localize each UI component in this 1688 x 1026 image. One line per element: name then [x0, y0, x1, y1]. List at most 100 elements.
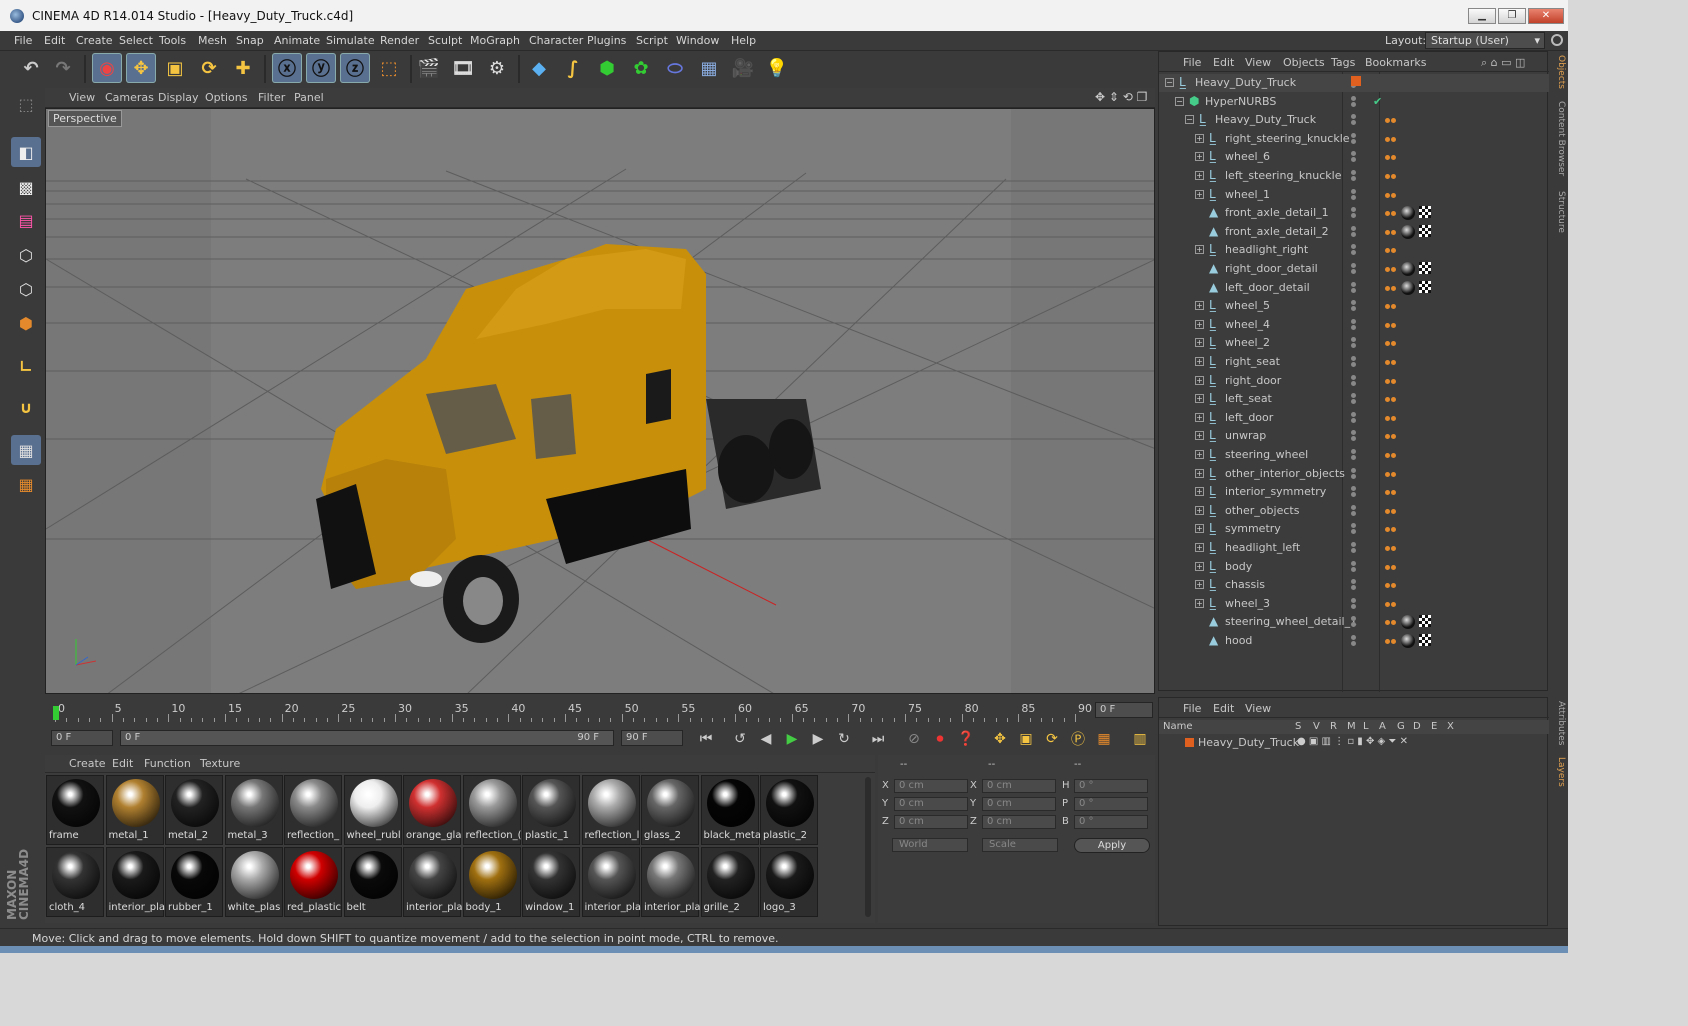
key-scale-icon[interactable]: ▣	[1015, 728, 1037, 750]
visibility-dots-icon[interactable]	[1351, 374, 1361, 388]
live-selection-icon[interactable]: ◉	[92, 53, 122, 83]
object-name[interactable]: left_seat	[1225, 392, 1272, 405]
object-tree-row[interactable]: + L̲ symmetry	[1159, 520, 1549, 538]
layer-color-icon[interactable]	[1351, 76, 1361, 86]
expand-toggle-icon[interactable]: +	[1195, 450, 1204, 459]
coord-pos-field[interactable]: 0 cm	[894, 779, 968, 793]
object-tags[interactable]	[1385, 374, 1397, 387]
scale-tool-icon[interactable]: ▣	[160, 53, 190, 83]
object-name[interactable]: wheel_5	[1225, 299, 1270, 312]
coordinate-system-icon[interactable]: ⬚	[374, 53, 404, 83]
object-name[interactable]: steering_wheel	[1225, 448, 1308, 461]
object-name[interactable]: wheel_3	[1225, 597, 1270, 610]
menu-help[interactable]: Help	[731, 34, 756, 47]
object-menu-objects[interactable]: Objects	[1283, 56, 1325, 69]
coordinate-system-dropdown[interactable]: World	[892, 838, 968, 852]
expand-toggle-icon[interactable]: +	[1195, 189, 1204, 199]
material-swatch[interactable]: reflection_(	[462, 775, 522, 845]
coord-size-field[interactable]: 0 cm	[982, 779, 1056, 793]
coord-rot-field[interactable]: 0 °	[1074, 815, 1148, 829]
object-tree-row[interactable]: + L̲ wheel_3	[1159, 595, 1549, 613]
object-name[interactable]: interior_symmetry	[1225, 485, 1326, 498]
object-tree-row[interactable]: + L̲ left_seat	[1159, 390, 1549, 408]
goto-end-icon[interactable]: ⏭	[867, 728, 889, 750]
object-tags[interactable]	[1385, 355, 1397, 368]
autokey-icon[interactable]: ⏺	[929, 728, 951, 750]
visibility-dots-icon[interactable]	[1351, 411, 1361, 425]
visibility-dots-icon[interactable]	[1351, 541, 1361, 555]
expand-toggle-icon[interactable]: +	[1195, 319, 1204, 329]
menu-sculpt[interactable]: Sculpt	[428, 34, 462, 47]
object-tree-row[interactable]: ▲ right_door_detail	[1159, 260, 1549, 278]
visibility-dots-icon[interactable]	[1351, 113, 1361, 127]
material-swatch[interactable]: metal_3	[224, 775, 283, 845]
layer-menu-edit[interactable]: Edit	[1213, 702, 1234, 715]
expand-toggle-icon[interactable]: +	[1195, 543, 1204, 552]
light-icon[interactable]: 💡	[762, 53, 792, 83]
play-icon[interactable]: ▶	[781, 728, 803, 750]
object-name[interactable]: body	[1225, 560, 1252, 573]
sidetab-layers[interactable]: Layers	[1551, 757, 1566, 787]
object-tags[interactable]	[1385, 467, 1397, 480]
object-menu-edit[interactable]: Edit	[1213, 56, 1234, 69]
expand-toggle-icon[interactable]	[1195, 636, 1204, 645]
object-name[interactable]: left_door	[1225, 411, 1273, 424]
expand-toggle-icon[interactable]: +	[1195, 431, 1204, 441]
layer-column-e[interactable]: E	[1431, 721, 1437, 732]
visibility-dots-icon[interactable]	[1351, 262, 1361, 276]
object-tags[interactable]	[1385, 113, 1397, 126]
expand-toggle-icon[interactable]: +	[1195, 487, 1204, 497]
material-swatch[interactable]: window_1	[522, 847, 580, 917]
layer-column-d[interactable]: D	[1413, 721, 1421, 732]
material-swatch[interactable]: grille_2	[700, 847, 759, 917]
object-tree-row[interactable]: + L̲ right_door	[1159, 372, 1549, 390]
visibility-dots-icon[interactable]	[1351, 169, 1361, 183]
record-keys-icon[interactable]: ⊘	[903, 728, 925, 750]
viewport-menu-options[interactable]: Options	[205, 91, 247, 104]
menu-tools[interactable]: Tools	[159, 34, 186, 47]
material-swatch[interactable]: metal_1	[105, 775, 164, 845]
timeline[interactable]: 0 5 10 15 20 25 30 35 40 45 50 55 60 65 70 75 80 85 90 0 F	[45, 696, 1155, 726]
object-menu-view[interactable]: View	[1245, 56, 1271, 69]
material-tag-icon[interactable]	[1401, 206, 1415, 221]
material-menu-function[interactable]: Function	[144, 757, 191, 770]
object-tree-row[interactable]: + L̲ wheel_6	[1159, 148, 1549, 166]
object-tree-row[interactable]: ▲ steering_wheel_detail_1	[1159, 613, 1549, 631]
object-name[interactable]: wheel_4	[1225, 318, 1270, 331]
expand-toggle-icon[interactable]: +	[1195, 171, 1204, 180]
search-icon[interactable]	[1551, 34, 1563, 46]
object-tree-row[interactable]: + L̲ wheel_5	[1159, 297, 1549, 315]
key-parameter-icon[interactable]: Ⓟ	[1067, 728, 1089, 750]
viewport-menu-display[interactable]: Display	[158, 91, 199, 104]
coord-pos-field[interactable]: 0 cm	[894, 797, 968, 811]
edges-mode-icon[interactable]: ⬡	[11, 274, 41, 304]
sidetab-attributes[interactable]: Attributes	[1551, 701, 1566, 745]
material-tag-icon[interactable]	[1401, 280, 1415, 295]
material-tag-icon[interactable]	[1401, 615, 1415, 630]
object-tree-row[interactable]: + L̲ other_interior_objects	[1159, 465, 1549, 483]
visibility-dots-icon[interactable]	[1351, 392, 1361, 406]
key-rotation-icon[interactable]: ⟳	[1041, 728, 1063, 750]
maximize-button[interactable]: ❐	[1498, 8, 1526, 24]
object-tree-row[interactable]: + L̲ headlight_left	[1159, 539, 1549, 557]
object-menu-bookmarks[interactable]: Bookmarks	[1365, 56, 1426, 69]
close-button[interactable]: ✕	[1528, 8, 1564, 24]
menu-script[interactable]: Script	[636, 34, 668, 47]
menu-window[interactable]: Window	[676, 34, 719, 47]
object-tags[interactable]	[1385, 615, 1431, 630]
object-name[interactable]: front_axle_detail_2	[1225, 225, 1329, 238]
snap-icon[interactable]: ∪	[11, 392, 41, 422]
menu-character[interactable]: Character	[529, 34, 583, 47]
array-icon[interactable]: ✿	[626, 53, 656, 83]
object-tree-row[interactable]: − L̲ Heavy_Duty_Truck	[1159, 111, 1549, 129]
object-name[interactable]: symmetry	[1225, 522, 1281, 535]
visibility-dots-icon[interactable]	[1351, 467, 1361, 481]
material-swatch[interactable]: body_1	[462, 847, 521, 917]
object-name[interactable]: unwrap	[1225, 429, 1266, 442]
layer-column-g[interactable]: G	[1397, 721, 1405, 732]
object-tags[interactable]	[1385, 448, 1397, 461]
expand-toggle-icon[interactable]: −	[1165, 78, 1174, 87]
material-tag-icon[interactable]	[1401, 634, 1415, 648]
object-tree-row[interactable]: ▲ hood	[1159, 632, 1549, 650]
make-editable-icon[interactable]: ⬚	[11, 89, 41, 119]
